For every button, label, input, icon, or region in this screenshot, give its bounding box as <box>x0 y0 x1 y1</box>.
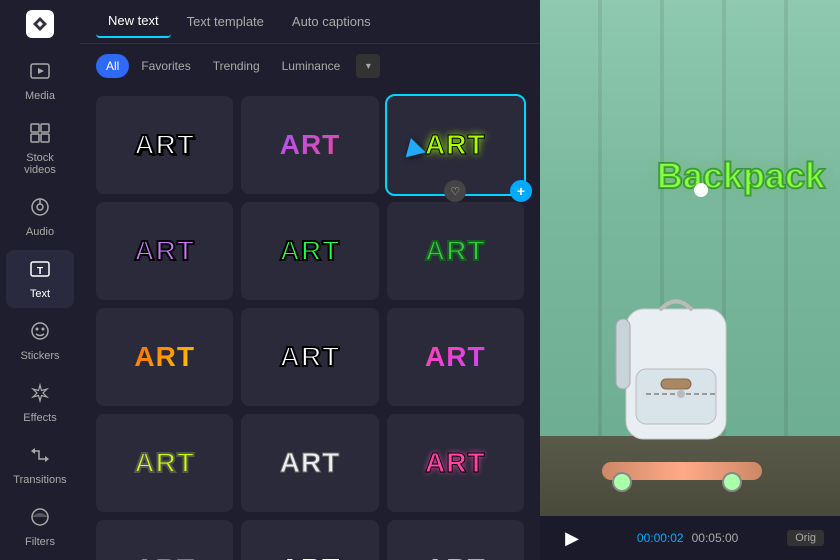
art-text-11: ART <box>280 447 341 479</box>
filter-bar: All Favorites Trending Luminance ▾ <box>80 44 540 88</box>
capcut-logo <box>26 10 54 38</box>
art-card-13[interactable]: ART <box>96 520 233 560</box>
filter-trending[interactable]: Trending <box>203 54 270 78</box>
art-text-6: ART <box>425 235 486 267</box>
stock-videos-icon <box>29 122 51 148</box>
audio-label: Audio <box>26 226 54 238</box>
sidebar-item-transitions[interactable]: Transitions <box>6 436 74 494</box>
time-current: 00:00:02 <box>637 531 684 545</box>
sidebar-item-stickers[interactable]: Stickers <box>6 312 74 370</box>
transitions-label: Transitions <box>13 474 66 486</box>
text-icon: T <box>29 258 51 284</box>
tab-bar: New text Text template Auto captions <box>80 0 540 44</box>
art-card-14[interactable]: ART <box>241 520 378 560</box>
art-text-1: ART <box>134 129 195 161</box>
art-card-15[interactable]: ART <box>387 520 524 560</box>
svg-text:T: T <box>37 266 43 277</box>
sidebar-item-media[interactable]: Media <box>6 52 74 110</box>
art-text-2: ART <box>280 129 341 161</box>
chevron-down-icon: ▾ <box>366 61 371 72</box>
stickers-icon <box>29 320 51 346</box>
preview-text: Backpack <box>657 155 825 197</box>
filter-dropdown-btn[interactable]: ▾ <box>356 54 380 78</box>
filters-label: Filters <box>25 536 55 548</box>
text-label: Text <box>30 288 50 300</box>
filter-luminance[interactable]: Luminance <box>272 54 351 78</box>
bottom-bar: ▶ 00:00:02 00:05:00 Orig <box>540 516 840 560</box>
sidebar-item-effects[interactable]: Effects <box>6 374 74 432</box>
sidebar-item-stock-videos[interactable]: Stock videos <box>6 114 74 184</box>
effects-icon <box>29 382 51 408</box>
effects-label: Effects <box>23 412 56 424</box>
art-card-5[interactable]: ART <box>241 202 378 300</box>
time-total: 00:05:00 <box>692 531 739 545</box>
sidebar: Media Stock videos Audio T <box>0 0 80 560</box>
filter-favorites[interactable]: Favorites <box>131 54 200 78</box>
time-info: 00:00:02 00:05:00 <box>637 531 738 545</box>
skateboard-wheels <box>612 472 742 492</box>
sidebar-item-text[interactable]: T Text <box>6 250 74 308</box>
art-grid: ART ART ART ♡ + ART ART ART ART ART ART <box>80 88 540 560</box>
sidebar-item-filters[interactable]: Filters <box>6 498 74 556</box>
tab-text-template[interactable]: Text template <box>175 6 276 37</box>
art-card-4[interactable]: ART <box>96 202 233 300</box>
stickers-label: Stickers <box>20 350 59 362</box>
preview-background: Backpack <box>540 0 840 516</box>
transitions-icon <box>29 444 51 470</box>
favorite-btn-3[interactable]: ♡ <box>444 180 466 202</box>
art-card-8[interactable]: ART <box>241 308 378 406</box>
audio-icon <box>29 196 51 222</box>
art-text-12: ART <box>425 447 486 479</box>
art-card-6[interactable]: ART <box>387 202 524 300</box>
preview-area: Backpack ▶ 00:00:02 00:05:00 Orig <box>540 0 840 560</box>
art-card-10[interactable]: ART <box>96 414 233 512</box>
backpack <box>606 279 746 464</box>
art-text-13: ART <box>134 553 195 560</box>
art-text-4: ART <box>134 235 195 267</box>
art-text-7: ART <box>134 341 195 373</box>
text-anchor-dot <box>694 183 708 197</box>
stock-videos-label: Stock videos <box>10 152 70 176</box>
filters-icon <box>29 506 51 532</box>
filter-all[interactable]: All <box>96 54 129 78</box>
art-text-14: ART <box>280 553 341 560</box>
art-text-15: ART <box>425 553 486 560</box>
art-text-8: ART <box>280 341 341 373</box>
art-card-9[interactable]: ART <box>387 308 524 406</box>
art-card-12[interactable]: ART <box>387 414 524 512</box>
tab-new-text[interactable]: New text <box>96 5 171 38</box>
art-card-11[interactable]: ART <box>241 414 378 512</box>
art-text-3: ART <box>425 129 486 161</box>
art-card-3[interactable]: ART ♡ + <box>387 96 524 194</box>
media-label: Media <box>25 90 55 102</box>
add-btn-3[interactable]: + <box>510 180 532 202</box>
art-card-1[interactable]: ART <box>96 96 233 194</box>
sidebar-item-audio[interactable]: Audio <box>6 188 74 246</box>
origin-badge: Orig <box>787 530 824 546</box>
media-icon <box>29 60 51 86</box>
art-text-5: ART <box>280 235 341 267</box>
art-text-10: ART <box>134 447 195 479</box>
main-panel: New text Text template Auto captions All… <box>80 0 540 560</box>
play-button[interactable]: ▶ <box>556 522 588 554</box>
art-card-7[interactable]: ART <box>96 308 233 406</box>
art-card-2[interactable]: ART <box>241 96 378 194</box>
tab-auto-captions[interactable]: Auto captions <box>280 6 383 37</box>
art-text-9: ART <box>425 341 486 373</box>
